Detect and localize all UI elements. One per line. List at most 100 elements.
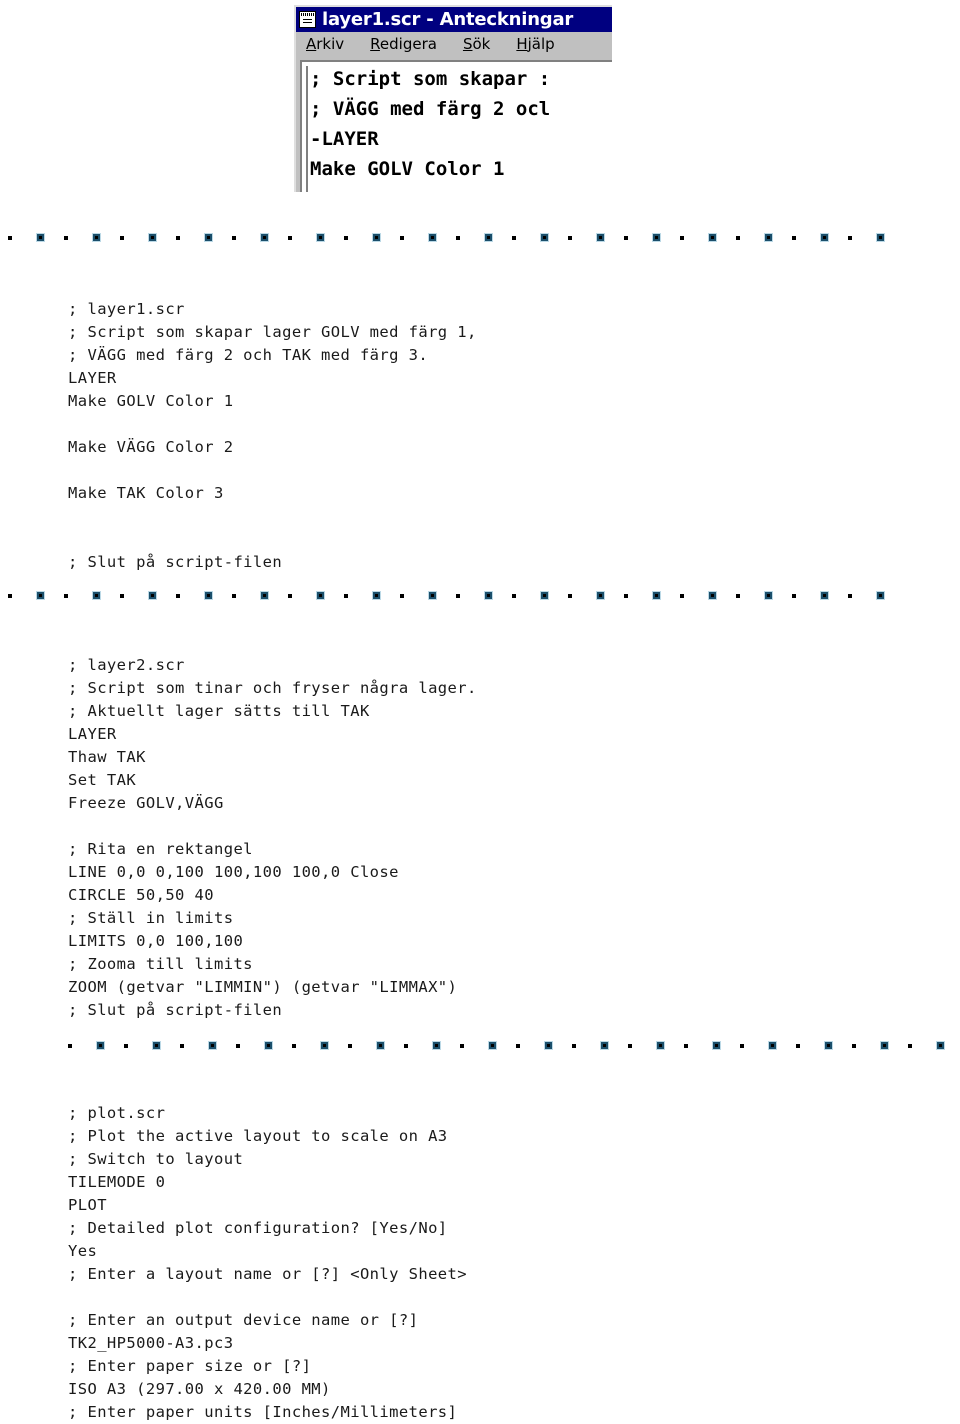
separator-dot-small bbox=[792, 236, 796, 240]
separator-dot-small bbox=[456, 236, 460, 240]
separator-dot-large bbox=[712, 1041, 721, 1050]
separator-dot-small bbox=[516, 1044, 520, 1048]
separator-dot-large bbox=[316, 591, 325, 600]
notepad-title: layer1.scr - Anteckningar bbox=[322, 9, 574, 30]
separator-dot-large bbox=[820, 591, 829, 600]
separator-dot-large bbox=[204, 233, 213, 242]
separator-dot-large bbox=[656, 1041, 665, 1050]
separator-dot-large bbox=[540, 591, 549, 600]
separator-dot-small bbox=[288, 236, 292, 240]
separator-dot-large bbox=[764, 233, 773, 242]
separator-dot-small bbox=[124, 1044, 128, 1048]
separator-dot-large bbox=[880, 1041, 889, 1050]
separator-dot-large bbox=[428, 233, 437, 242]
separator-dot-small bbox=[796, 1044, 800, 1048]
separator-dot-small bbox=[680, 594, 684, 598]
separator-dot-small bbox=[64, 236, 68, 240]
separator-dot-large bbox=[484, 591, 493, 600]
separator-dot-large bbox=[152, 1041, 161, 1050]
notepad-titlebar: layer1.scr - Anteckningar bbox=[296, 7, 612, 32]
separator-dot-small bbox=[736, 236, 740, 240]
separator-dot-large bbox=[820, 233, 829, 242]
separator-dot-small bbox=[628, 1044, 632, 1048]
notepad-icon bbox=[299, 11, 316, 28]
separator-dot-small bbox=[736, 594, 740, 598]
separator-dot-large bbox=[484, 233, 493, 242]
separator-dot-large bbox=[596, 233, 605, 242]
separator-dot-small bbox=[8, 236, 12, 240]
separator-2 bbox=[0, 590, 960, 601]
separator-dot-large bbox=[372, 233, 381, 242]
separator-dot-large bbox=[540, 233, 549, 242]
separator-dot-small bbox=[176, 236, 180, 240]
menu-item-hjalp[interactable]: Hjälp bbox=[516, 35, 554, 53]
separator-dot-small bbox=[792, 594, 796, 598]
separator-dot-small bbox=[400, 594, 404, 598]
separator-dot-small bbox=[456, 594, 460, 598]
separator-dot-small bbox=[848, 236, 852, 240]
separator-dot-large bbox=[260, 233, 269, 242]
separator-dot-small bbox=[288, 594, 292, 598]
separator-dot-small bbox=[8, 594, 12, 598]
separator-dot-small bbox=[680, 236, 684, 240]
separator-dot-small bbox=[176, 594, 180, 598]
separator-dot-small bbox=[68, 1044, 72, 1048]
separator-dot-large bbox=[652, 591, 661, 600]
separator-dot-small bbox=[512, 594, 516, 598]
separator-dot-large bbox=[600, 1041, 609, 1050]
separator-dot-small bbox=[568, 236, 572, 240]
notepad-text-area[interactable]: ; Script som skapar : ; VÄGG med färg 2 … bbox=[300, 60, 612, 192]
separator-dot-large bbox=[936, 1041, 945, 1050]
separator-dot-large bbox=[652, 233, 661, 242]
separator-dot-large bbox=[260, 591, 269, 600]
separator-dot-small bbox=[120, 594, 124, 598]
separator-dot-small bbox=[740, 1044, 744, 1048]
layer2-script-block: ; layer2.scr ; Script som tinar och frys… bbox=[68, 655, 477, 1019]
separator-dot-small bbox=[64, 594, 68, 598]
separator-dot-small bbox=[400, 236, 404, 240]
separator-dot-large bbox=[36, 233, 45, 242]
separator-dot-small bbox=[344, 236, 348, 240]
separator-dot-large bbox=[372, 591, 381, 600]
separator-dot-large bbox=[36, 591, 45, 600]
separator-dot-small bbox=[684, 1044, 688, 1048]
separator-dot-large bbox=[320, 1041, 329, 1050]
notepad-menubar: Arkiv Redigera Sök Hjälp bbox=[296, 32, 612, 56]
notepad-content: ; Script som skapar : ; VÄGG med färg 2 … bbox=[310, 68, 551, 180]
separator-dot-small bbox=[348, 1044, 352, 1048]
separator-dot-large bbox=[264, 1041, 273, 1050]
separator-dot-large bbox=[92, 233, 101, 242]
separator-dot-large bbox=[596, 591, 605, 600]
separator-dot-small bbox=[624, 594, 628, 598]
menu-item-arkiv[interactable]: Arkiv bbox=[306, 35, 344, 53]
separator-dot-large bbox=[148, 591, 157, 600]
separator-dot-large bbox=[824, 1041, 833, 1050]
separator-dot-large bbox=[428, 591, 437, 600]
separator-dot-large bbox=[148, 233, 157, 242]
separator-dot-small bbox=[568, 594, 572, 598]
separator-dot-large bbox=[92, 591, 101, 600]
separator-dot-large bbox=[708, 591, 717, 600]
separator-dot-small bbox=[512, 236, 516, 240]
separator-dot-small bbox=[404, 1044, 408, 1048]
separator-dot-small bbox=[908, 1044, 912, 1048]
plot-script-block: ; plot.scr ; Plot the active layout to s… bbox=[68, 1103, 468, 1421]
separator-dot-large bbox=[204, 591, 213, 600]
menu-item-redigera[interactable]: Redigera bbox=[370, 35, 437, 53]
separator-dot-large bbox=[544, 1041, 553, 1050]
separator-dot-large bbox=[768, 1041, 777, 1050]
separator-dot-small bbox=[848, 594, 852, 598]
layer1-script-block: ; layer1.scr ; Script som skapar lager G… bbox=[68, 299, 477, 571]
menu-item-sok[interactable]: Sök bbox=[463, 35, 490, 53]
separator-dot-large bbox=[208, 1041, 217, 1050]
separator-dot-small bbox=[460, 1044, 464, 1048]
separator-dot-small bbox=[232, 236, 236, 240]
separator-dot-small bbox=[292, 1044, 296, 1048]
separator-dot-large bbox=[488, 1041, 497, 1050]
separator-dot-small bbox=[180, 1044, 184, 1048]
separator-dot-small bbox=[624, 236, 628, 240]
separator-dot-small bbox=[572, 1044, 576, 1048]
separator-dot-large bbox=[764, 591, 773, 600]
separator-dot-small bbox=[232, 594, 236, 598]
separator-dot-large bbox=[708, 233, 717, 242]
